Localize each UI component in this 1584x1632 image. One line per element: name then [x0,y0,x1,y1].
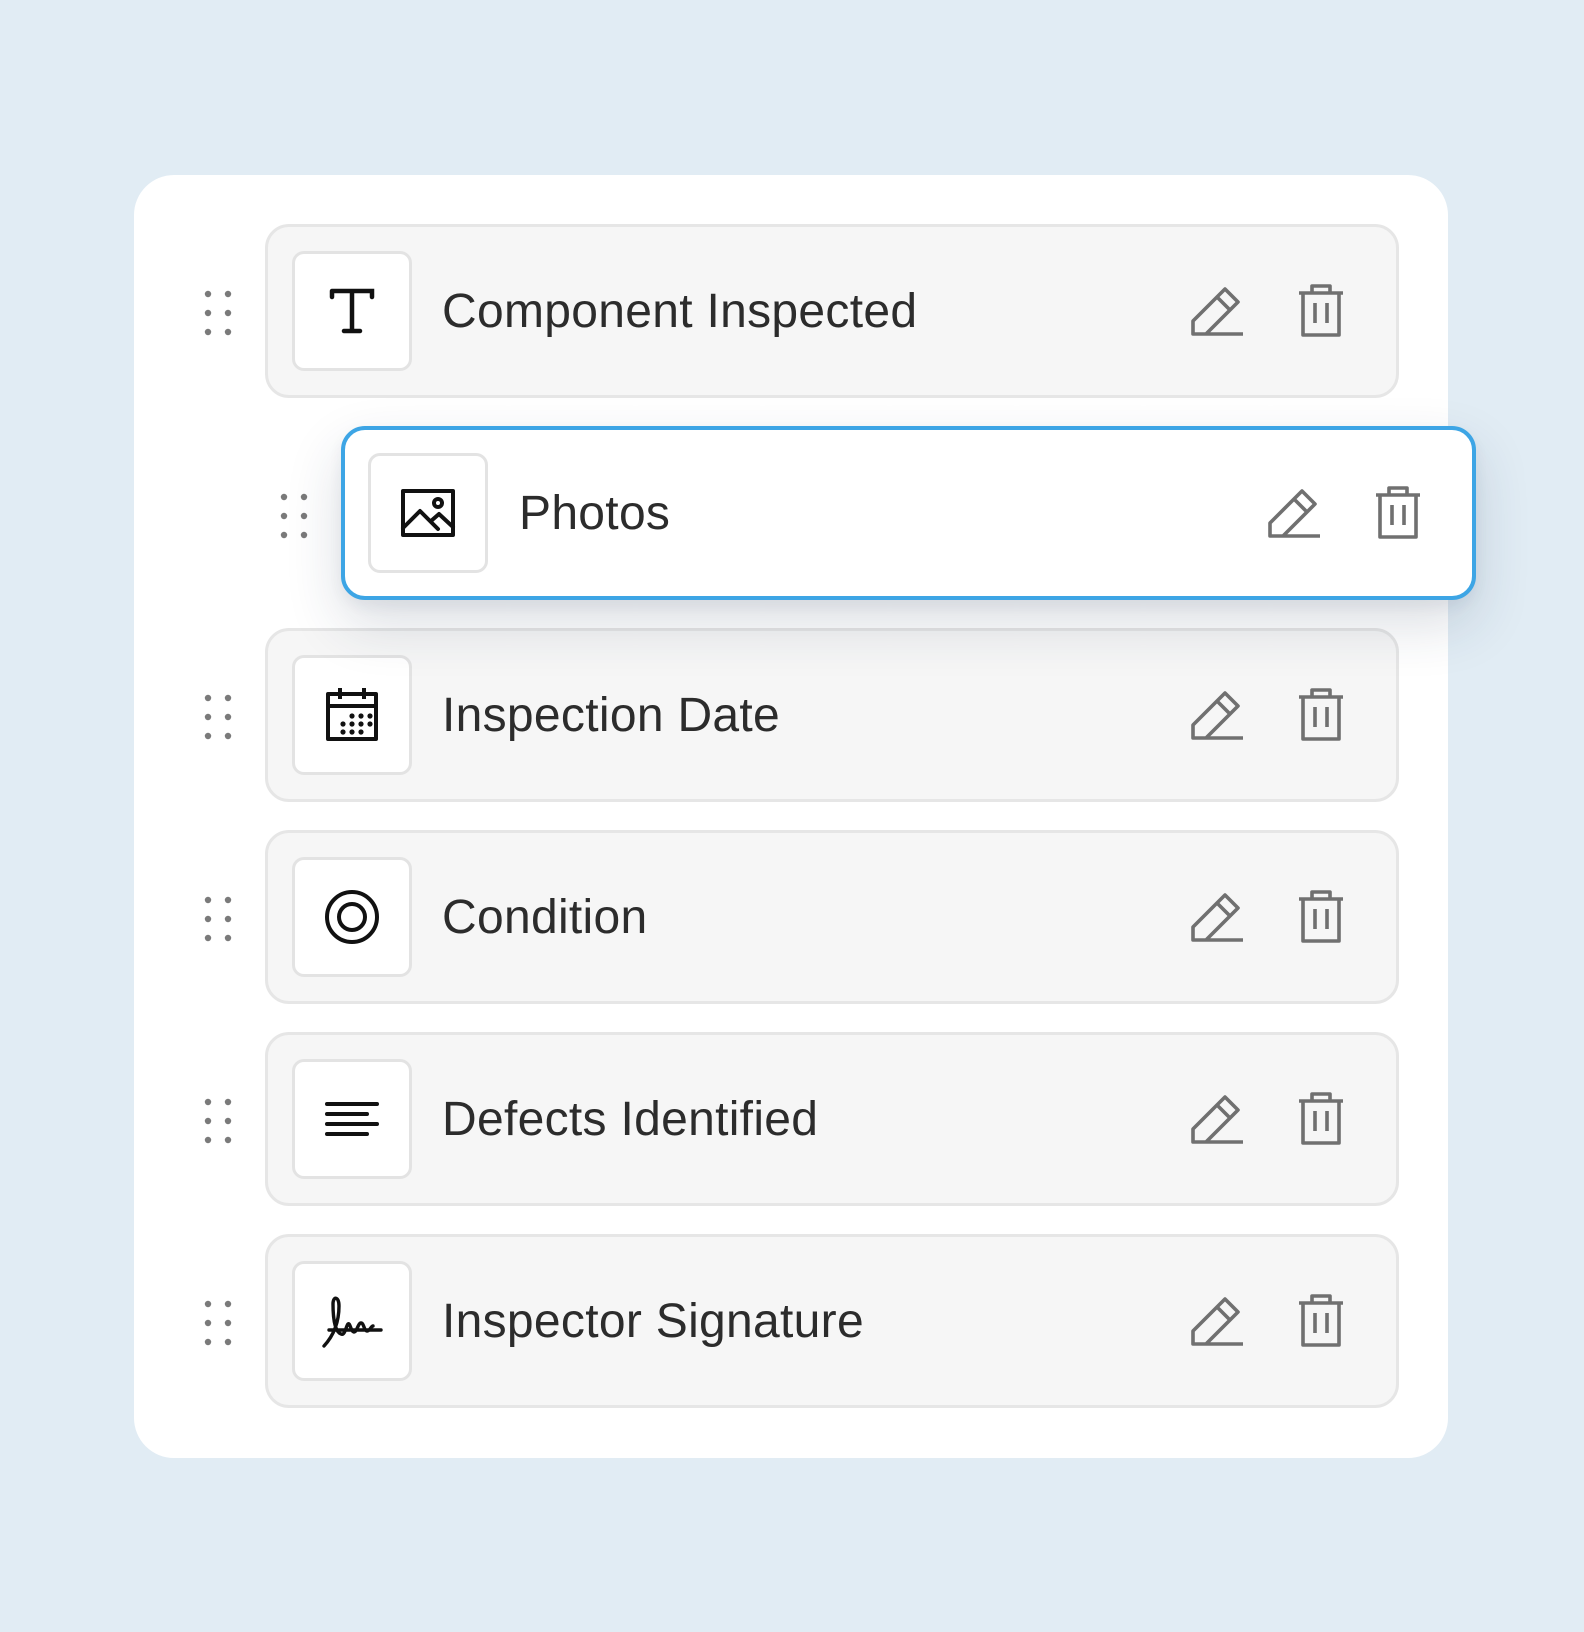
form-field-row[interactable]: Inspector Signature [265,1234,1399,1408]
pencil-icon[interactable] [1187,685,1247,745]
form-field-row[interactable]: Inspection Date [265,628,1399,802]
calendar-icon [292,655,412,775]
drag-handle-icon[interactable] [203,895,237,943]
field-label: Inspector Signature [442,1294,864,1348]
form-field-row[interactable]: Component Inspected [265,224,1399,398]
drag-handle-icon[interactable] [203,1299,237,1347]
drag-handle-icon[interactable] [203,1097,237,1145]
image-icon [368,453,488,573]
pencil-icon[interactable] [1187,1089,1247,1149]
field-label: Component Inspected [442,284,918,338]
text-type-icon [292,251,412,371]
form-field-row[interactable]: Condition [265,830,1399,1004]
field-label: Photos [519,486,671,540]
trash-icon[interactable] [1291,685,1351,745]
drag-handle-icon[interactable] [279,492,313,540]
form-field-row[interactable]: Defects Identified [265,1032,1399,1206]
pencil-icon[interactable] [1187,1291,1247,1351]
trash-icon[interactable] [1368,483,1428,543]
trash-icon[interactable] [1291,1291,1351,1351]
paragraph-icon [292,1059,412,1179]
drag-handle-icon[interactable] [203,289,237,337]
field-label: Inspection Date [442,688,781,742]
form-field-row-dragging[interactable]: Photos [341,426,1476,600]
pencil-icon[interactable] [1187,281,1247,341]
radio-icon [292,857,412,977]
trash-icon[interactable] [1291,887,1351,947]
trash-icon[interactable] [1291,1089,1351,1149]
trash-icon[interactable] [1291,281,1351,341]
signature-icon [292,1261,412,1381]
pencil-icon[interactable] [1187,887,1247,947]
drag-handle-icon[interactable] [203,693,237,741]
field-label: Defects Identified [442,1092,819,1146]
pencil-icon[interactable] [1264,483,1324,543]
field-label: Condition [442,890,648,944]
